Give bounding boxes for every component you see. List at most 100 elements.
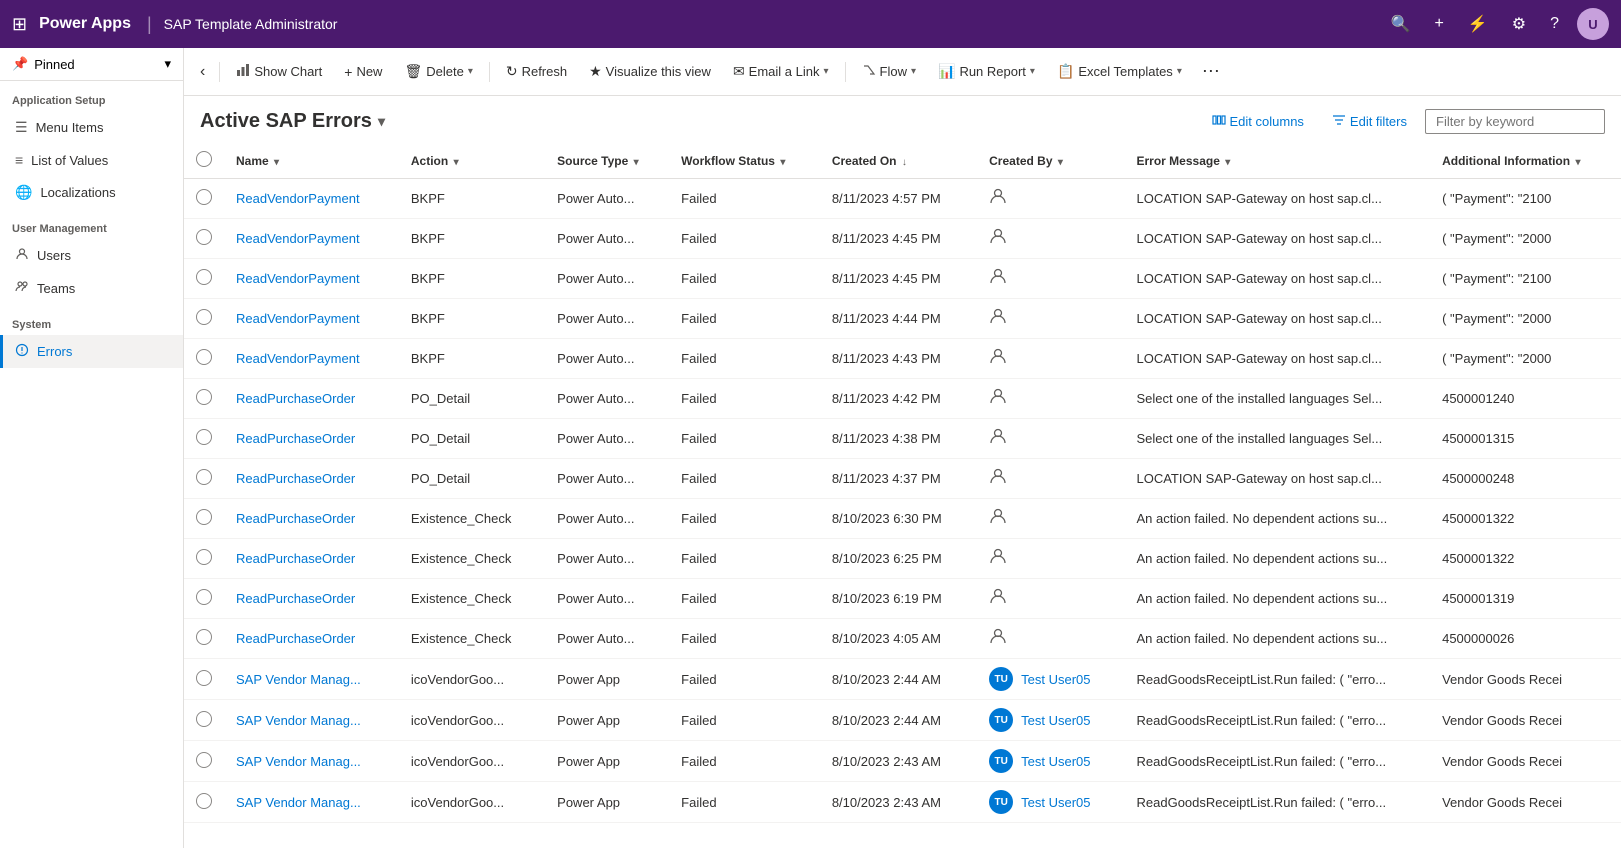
row-checkbox-13[interactable]	[196, 711, 212, 727]
col-additional-info[interactable]: Additional Information ▾	[1430, 143, 1621, 179]
add-icon[interactable]: +	[1428, 15, 1449, 33]
row-name-link-10[interactable]: ReadPurchaseOrder	[236, 591, 355, 606]
row-name-link-4[interactable]: ReadVendorPayment	[236, 351, 360, 366]
row-name-link-1[interactable]: ReadVendorPayment	[236, 231, 360, 246]
delete-dropdown-icon[interactable]: ▾	[468, 66, 473, 77]
select-all-circle[interactable]	[196, 151, 212, 167]
col-created-by-sort-icon[interactable]: ▾	[1058, 157, 1063, 168]
col-workflow-status-sort-icon[interactable]: ▾	[780, 157, 785, 168]
col-created-by[interactable]: Created By ▾	[977, 143, 1124, 179]
row-created-by-link-13[interactable]: Test User05	[1021, 713, 1090, 728]
col-name-sort-icon[interactable]: ▾	[274, 157, 279, 168]
row-checkbox-3[interactable]	[196, 309, 212, 325]
avatar[interactable]: U	[1577, 8, 1609, 40]
col-created-on-sort-icon[interactable]: ↓	[902, 157, 907, 168]
row-checkbox-cell-13[interactable]	[184, 700, 224, 741]
col-error-message-sort-icon[interactable]: ▾	[1225, 157, 1230, 168]
row-name-link-3[interactable]: ReadVendorPayment	[236, 311, 360, 326]
sidebar-item-localizations[interactable]: 🌐 Localizations	[0, 176, 183, 209]
row-name-link-2[interactable]: ReadVendorPayment	[236, 271, 360, 286]
col-action-sort-icon[interactable]: ▾	[454, 157, 459, 168]
row-name-link-8[interactable]: ReadPurchaseOrder	[236, 511, 355, 526]
excel-templates-button[interactable]: 📋 Excel Templates ▾	[1047, 57, 1192, 86]
edit-columns-button[interactable]: Edit columns	[1202, 108, 1314, 135]
row-created-by-link-15[interactable]: Test User05	[1021, 795, 1090, 810]
search-icon[interactable]: 🔍	[1385, 14, 1417, 34]
row-checkbox-5[interactable]	[196, 389, 212, 405]
row-checkbox-cell-11[interactable]	[184, 619, 224, 659]
run-report-button[interactable]: 📊 Run Report ▾	[928, 57, 1045, 86]
row-checkbox-15[interactable]	[196, 793, 212, 809]
select-all-checkbox-header[interactable]	[184, 143, 224, 179]
row-checkbox-cell-9[interactable]	[184, 539, 224, 579]
row-name-link-12[interactable]: SAP Vendor Manag...	[236, 672, 361, 687]
row-checkbox-cell-10[interactable]	[184, 579, 224, 619]
back-button[interactable]: ‹	[192, 59, 213, 85]
col-action[interactable]: Action ▾	[399, 143, 545, 179]
sidebar-item-list-of-values[interactable]: ≡ List of Values	[0, 144, 183, 176]
run-report-dropdown-icon[interactable]: ▾	[1030, 66, 1035, 77]
delete-button[interactable]: 🗑 Delete ▾	[394, 57, 482, 86]
row-checkbox-6[interactable]	[196, 429, 212, 445]
row-checkbox-cell-12[interactable]	[184, 659, 224, 700]
col-workflow-status[interactable]: Workflow Status ▾	[669, 143, 820, 179]
row-checkbox-0[interactable]	[196, 189, 212, 205]
keyword-filter-input[interactable]	[1425, 109, 1605, 134]
row-checkbox-11[interactable]	[196, 629, 212, 645]
col-error-message[interactable]: Error Message ▾	[1125, 143, 1431, 179]
row-created-by-link-12[interactable]: Test User05	[1021, 672, 1090, 687]
row-name-link-6[interactable]: ReadPurchaseOrder	[236, 431, 355, 446]
row-name-link-11[interactable]: ReadPurchaseOrder	[236, 631, 355, 646]
show-chart-button[interactable]: Show Chart	[226, 57, 332, 86]
sidebar-item-errors[interactable]: Errors	[0, 335, 183, 368]
row-checkbox-cell-7[interactable]	[184, 459, 224, 499]
col-additional-info-sort-icon[interactable]: ▾	[1575, 157, 1580, 168]
row-name-link-7[interactable]: ReadPurchaseOrder	[236, 471, 355, 486]
row-checkbox-7[interactable]	[196, 469, 212, 485]
row-checkbox-1[interactable]	[196, 229, 212, 245]
row-name-link-15[interactable]: SAP Vendor Manag...	[236, 795, 361, 810]
row-name-link-13[interactable]: SAP Vendor Manag...	[236, 713, 361, 728]
pinned-collapse-icon[interactable]: ▾	[164, 56, 171, 72]
more-options-button[interactable]: ⋯	[1194, 57, 1228, 86]
grid-menu-icon[interactable]: ⊞	[12, 14, 27, 35]
row-checkbox-cell-5[interactable]	[184, 379, 224, 419]
row-checkbox-12[interactable]	[196, 670, 212, 686]
sidebar-pinned-header[interactable]: 📌 Pinned ▾	[0, 48, 183, 81]
email-link-button[interactable]: ✉ Email a Link ▾	[723, 57, 839, 86]
filter-icon[interactable]: ⚡	[1462, 14, 1494, 34]
row-checkbox-cell-6[interactable]	[184, 419, 224, 459]
row-checkbox-cell-2[interactable]	[184, 259, 224, 299]
visualize-button[interactable]: ★ Visualize this view	[579, 57, 721, 86]
help-icon[interactable]: ?	[1544, 15, 1565, 33]
row-checkbox-cell-14[interactable]	[184, 741, 224, 782]
sidebar-item-teams[interactable]: Teams	[0, 272, 183, 305]
col-source-type[interactable]: Source Type ▾	[545, 143, 669, 179]
row-checkbox-14[interactable]	[196, 752, 212, 768]
flow-dropdown-icon[interactable]: ▾	[911, 66, 916, 77]
row-name-link-14[interactable]: SAP Vendor Manag...	[236, 754, 361, 769]
row-checkbox-cell-4[interactable]	[184, 339, 224, 379]
row-created-by-link-14[interactable]: Test User05	[1021, 754, 1090, 769]
row-checkbox-cell-1[interactable]	[184, 219, 224, 259]
row-checkbox-2[interactable]	[196, 269, 212, 285]
row-name-link-0[interactable]: ReadVendorPayment	[236, 191, 360, 206]
row-checkbox-9[interactable]	[196, 549, 212, 565]
row-checkbox-cell-15[interactable]	[184, 782, 224, 823]
col-name[interactable]: Name ▾	[224, 143, 399, 179]
row-checkbox-10[interactable]	[196, 589, 212, 605]
email-dropdown-icon[interactable]: ▾	[823, 66, 828, 77]
flow-button[interactable]: Flow ▾	[852, 57, 926, 86]
sidebar-item-menu-items[interactable]: ☰ Menu Items	[0, 111, 183, 144]
settings-icon[interactable]: ⚙	[1506, 14, 1532, 34]
row-checkbox-cell-8[interactable]	[184, 499, 224, 539]
col-source-type-sort-icon[interactable]: ▾	[634, 157, 639, 168]
row-checkbox-cell-3[interactable]	[184, 299, 224, 339]
row-name-link-9[interactable]: ReadPurchaseOrder	[236, 551, 355, 566]
col-created-on[interactable]: Created On ↓	[820, 143, 977, 179]
edit-filters-button[interactable]: Edit filters	[1322, 108, 1417, 135]
new-button[interactable]: + New	[334, 58, 392, 86]
excel-dropdown-icon[interactable]: ▾	[1177, 66, 1182, 77]
row-checkbox-cell-0[interactable]	[184, 179, 224, 219]
row-checkbox-8[interactable]	[196, 509, 212, 525]
